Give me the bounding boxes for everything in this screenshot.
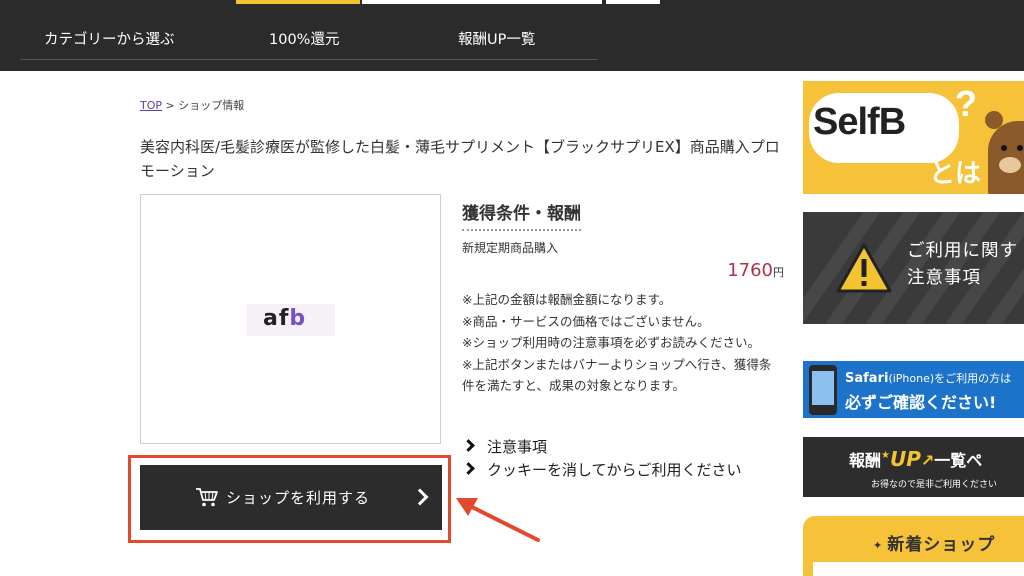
note-item: ※上記ボタンまたはバナーよりショップへ行き、獲得条件を満たすと、成果の対象となり… xyxy=(462,356,772,394)
bear-eye xyxy=(1001,145,1007,151)
chevron-right-icon xyxy=(462,439,475,452)
warning-icon xyxy=(836,243,892,293)
new-shops-label: 新着ショップ xyxy=(887,535,996,555)
reward-up-prefix: 報酬 xyxy=(849,451,882,470)
use-shop-button[interactable]: ショップを利用する xyxy=(140,465,442,530)
nav-item-full-return[interactable]: 100%還元 xyxy=(269,28,339,49)
nav-item-reward-up[interactable]: 報酬UP一覧 xyxy=(458,28,535,49)
cookie-link-label: クッキーを消してからご利用ください xyxy=(487,461,742,479)
main-nav: カテゴリーから選ぶ 100%還元 報酬UP一覧 xyxy=(20,20,598,60)
safari-line-2: 必ずご確認ください! xyxy=(845,393,997,412)
safari-device: (iPhone) xyxy=(888,372,935,385)
sparkle-icon: ✦ xyxy=(873,539,884,552)
note-item: ※商品・サービスの価格ではございません。 xyxy=(462,313,710,329)
reward-up-suffix: 一覧ペ xyxy=(934,451,983,470)
bear-snout xyxy=(999,157,1021,173)
caution-link-label: 注意事項 xyxy=(487,438,548,456)
header-tab-active[interactable] xyxy=(236,0,360,4)
price-unit: 円 xyxy=(773,266,784,279)
conditions-heading: 獲得条件・報酬 xyxy=(462,199,581,231)
new-shops-section: ✦ 新着ショップ xyxy=(803,516,1024,576)
caution-banner[interactable]: ご利用に関す 注意事項 xyxy=(803,212,1024,324)
use-shop-button-label: ショップを利用する xyxy=(226,489,371,507)
reward-notes: ※上記の金額は報酬金額になります。 ※商品・サービスの価格ではございません。 ※… xyxy=(462,289,780,397)
afb-logo-text-accent: b xyxy=(289,306,307,331)
product-image[interactable]: afb xyxy=(140,194,441,444)
price-value: 1760 xyxy=(727,260,773,281)
note-item: ※上記の金額は報酬金額になります。 xyxy=(462,292,672,307)
note-item: ※ショップ利用時の注意事項を必ずお読みください。 xyxy=(462,335,760,350)
bear-eye xyxy=(1017,145,1023,151)
reward-price: 1760円 xyxy=(727,260,784,281)
header-tab[interactable] xyxy=(606,0,660,4)
afb-logo: afb xyxy=(247,304,335,336)
caution-line-1: ご利用に関す xyxy=(907,241,1018,261)
selfb-toha: とは xyxy=(929,159,982,189)
safari-brand: Safari xyxy=(845,371,889,386)
new-shops-title: ✦ 新着ショップ xyxy=(873,530,995,555)
header-tab[interactable] xyxy=(362,0,602,4)
safari-banner[interactable]: Safari(iPhone)をご利用の方は 必ずご確認ください! xyxy=(803,361,1024,418)
page-title: 美容内科医/毛髪診療医が監修した白髪・薄毛サプリメント【ブラックサプリEX】商品… xyxy=(140,138,780,180)
selfb-banner[interactable]: SelfB ? とは xyxy=(803,81,1024,194)
afb-logo-text: af xyxy=(263,306,290,331)
safari-rest: をご利用の方は xyxy=(934,372,1012,385)
reward-up-subtext: お得なので是非ご利用ください xyxy=(871,480,998,490)
breadcrumb: TOP > ショップ情報 xyxy=(140,97,244,113)
star-icon: ★ xyxy=(881,450,890,461)
phone-icon xyxy=(809,365,837,415)
caution-line-2: 注意事項 xyxy=(907,268,981,288)
cookie-link[interactable]: クッキーを消してからご利用ください xyxy=(462,459,742,480)
chevron-right-icon xyxy=(411,488,429,506)
safari-line-1: Safari(iPhone)をご利用の方は xyxy=(845,370,1011,386)
chevron-right-icon xyxy=(462,462,475,475)
reward-up-up: UP xyxy=(889,447,921,471)
reward-up-title: 報酬★UP↗一覧ペ xyxy=(849,447,982,471)
breadcrumb-home-link[interactable]: TOP xyxy=(140,99,162,112)
nav-item-category[interactable]: カテゴリーから選ぶ xyxy=(44,28,175,49)
breadcrumb-current: ショップ情報 xyxy=(178,99,245,112)
new-shops-list xyxy=(813,562,1024,576)
condition-text: 新規定期商品購入 xyxy=(462,241,559,255)
up-arrow-icon: ↗ xyxy=(920,451,935,470)
reward-up-banner[interactable]: 報酬★UP↗一覧ペ お得なので是非ご利用ください xyxy=(803,437,1024,497)
site-header: カテゴリーから選ぶ 100%還元 報酬UP一覧 xyxy=(0,0,1024,71)
arrow-icon xyxy=(456,498,540,542)
breadcrumb-separator: > xyxy=(165,99,175,112)
selfb-logo: SelfB xyxy=(813,101,906,143)
caution-link[interactable]: 注意事項 xyxy=(462,436,547,457)
question-mark: ? xyxy=(955,83,977,124)
cart-icon xyxy=(196,488,218,507)
caution-banner-text: ご利用に関す 注意事項 xyxy=(907,238,1018,292)
